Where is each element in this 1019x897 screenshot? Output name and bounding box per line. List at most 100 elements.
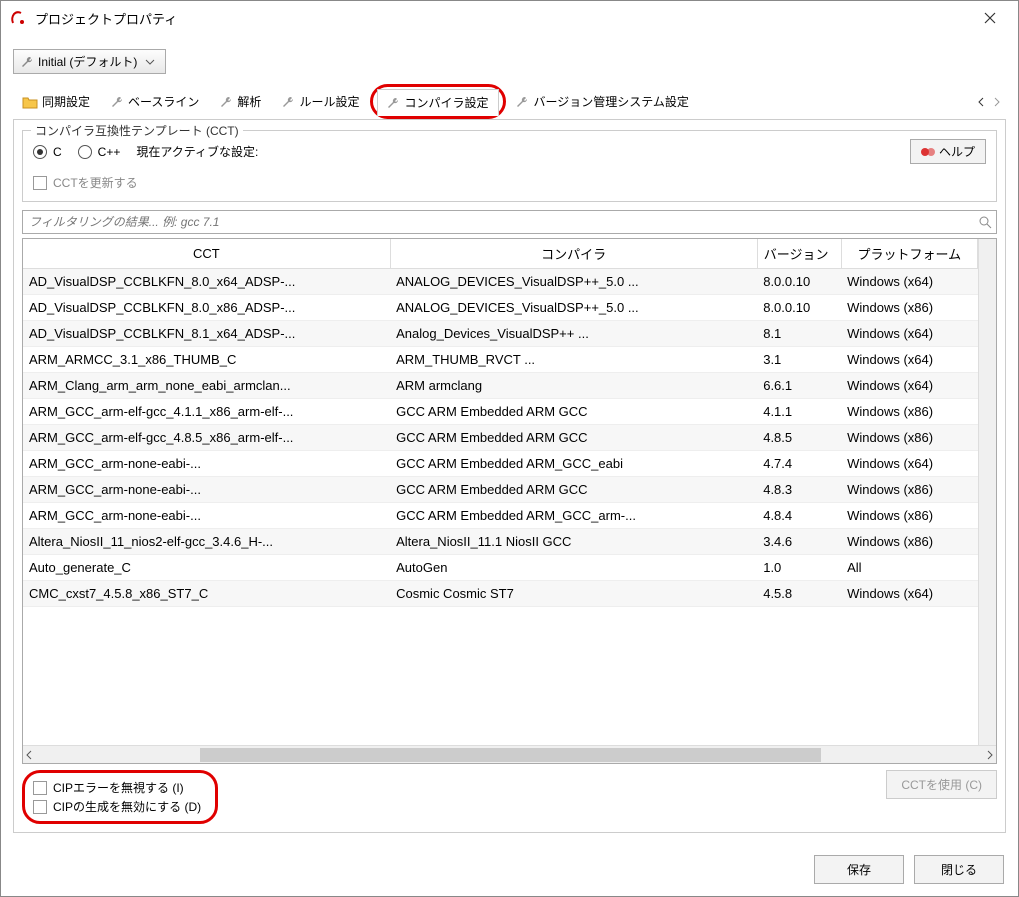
table-row[interactable]: ARM_ARMCC_3.1_x86_THUMB_CARM_THUMB_RVCT … [23,347,978,373]
cell-cct: AD_VisualDSP_CCBLKFN_8.0_x64_ADSP-... [23,269,390,295]
col-compiler[interactable]: コンパイラ [390,239,757,269]
table-row[interactable]: AD_VisualDSP_CCBLKFN_8.0_x86_ADSP-...ANA… [23,295,978,321]
tabs: 同期設定 ベースライン 解析 ルール設定 コンパイラ設定 [13,84,1006,120]
compiler-panel: コンパイラ互換性テンプレート (CCT) C C++ 現在アクティブな設定: ヘ… [13,120,1006,833]
cell-platform: Windows (x86) [841,477,977,503]
cell-cct: ARM_GCC_arm-none-eabi-... [23,451,390,477]
col-version[interactable]: バージョン [757,239,841,269]
close-button[interactable]: 閉じる [914,855,1004,884]
config-label: Initial (デフォルト) [38,53,137,70]
cell-compiler: AutoGen [390,555,757,581]
cell-compiler: GCC ARM Embedded ARM GCC [390,477,757,503]
cell-compiler: ANALOG_DEVICES_VisualDSP++_5.0 ... [390,269,757,295]
tab-compiler[interactable]: コンパイラ設定 [377,89,499,116]
cell-platform: Windows (x64) [841,269,977,295]
ignore-cip-checkbox[interactable] [33,781,47,795]
cell-version: 3.4.6 [757,529,841,555]
cell-compiler: GCC ARM Embedded ARM GCC [390,399,757,425]
cell-platform: Windows (x86) [841,503,977,529]
vertical-scrollbar[interactable] [978,239,996,745]
tab-sync[interactable]: 同期設定 [13,88,101,115]
table-row[interactable]: Auto_generate_CAutoGen1.0All [23,555,978,581]
cell-cct: AD_VisualDSP_CCBLKFN_8.1_x64_ADSP-... [23,321,390,347]
col-platform[interactable]: プラットフォーム [841,239,977,269]
cell-cct: ARM_GCC_arm-none-eabi-... [23,503,390,529]
tab-label: ベースライン [128,93,199,110]
cell-compiler: Cosmic Cosmic ST7 [390,581,757,607]
cell-version: 4.8.3 [757,477,841,503]
footer: 保存 閉じる [1,843,1018,896]
cell-platform: Windows (x64) [841,321,977,347]
cell-version: 4.5.8 [757,581,841,607]
window-title: プロジェクトプロパティ [35,9,970,28]
search-icon[interactable] [974,211,996,233]
cell-platform: Windows (x86) [841,425,977,451]
cell-version: 4.8.4 [757,503,841,529]
cell-platform: Windows (x86) [841,295,977,321]
cell-compiler: Analog_Devices_VisualDSP++ ... [390,321,757,347]
cell-cct: ARM_GCC_arm-none-eabi-... [23,477,390,503]
cell-compiler: GCC ARM Embedded ARM_GCC_eabi [390,451,757,477]
cell-version: 6.6.1 [757,373,841,399]
chevron-down-icon [145,59,155,65]
table-row[interactable]: Altera_NiosII_11_nios2-elf-gcc_3.4.6_H-.… [23,529,978,555]
table-row[interactable]: AD_VisualDSP_CCBLKFN_8.0_x64_ADSP-...ANA… [23,269,978,295]
table-row[interactable]: ARM_GCC_arm-none-eabi-...GCC ARM Embedde… [23,477,978,503]
cell-cct: ARM_Clang_arm_arm_none_eabi_armclan... [23,373,390,399]
cell-platform: Windows (x86) [841,529,977,555]
help-button[interactable]: ヘルプ [910,139,986,164]
close-button[interactable] [970,3,1010,33]
radio-c[interactable] [33,145,47,159]
config-dropdown[interactable]: Initial (デフォルト) [13,49,166,74]
update-cct-checkbox[interactable] [33,176,47,190]
horizontal-scrollbar[interactable] [23,745,996,763]
radio-cpp-label: C++ [98,145,121,159]
table-row[interactable]: ARM_Clang_arm_arm_none_eabi_armclan...AR… [23,373,978,399]
tab-rules[interactable]: ルール設定 [272,88,370,115]
cell-version: 4.8.5 [757,425,841,451]
scrollbar-thumb[interactable] [200,748,820,762]
scroll-right-icon[interactable] [990,95,1004,109]
update-cct-label: CCTを更新する [53,174,138,191]
tab-label: 同期設定 [42,93,90,110]
tab-vcs[interactable]: バージョン管理システム設定 [506,88,699,115]
scroll-left-icon[interactable] [974,95,988,109]
cell-cct: Altera_NiosII_11_nios2-elf-gcc_3.4.6_H-.… [23,529,390,555]
cell-cct: ARM_GCC_arm-elf-gcc_4.1.1_x86_arm-elf-..… [23,399,390,425]
wrench-icon [20,55,34,69]
filter-input[interactable] [23,211,974,233]
table-row[interactable]: AD_VisualDSP_CCBLKFN_8.1_x64_ADSP-...Ana… [23,321,978,347]
cct-groupbox: コンパイラ互換性テンプレート (CCT) C C++ 現在アクティブな設定: ヘ… [22,130,997,202]
cell-cct: CMC_cxst7_4.5.8_x86_ST7_C [23,581,390,607]
cell-version: 8.0.0.10 [757,269,841,295]
filter-row [22,210,997,234]
col-cct[interactable]: CCT [23,239,390,269]
titlebar: プロジェクトプロパティ [1,1,1018,35]
tab-baseline[interactable]: ベースライン [101,88,210,115]
table-row[interactable]: ARM_GCC_arm-none-eabi-...GCC ARM Embedde… [23,451,978,477]
tab-analysis[interactable]: 解析 [210,88,272,115]
update-cct-row: CCTを更新する [33,174,986,191]
radio-cpp[interactable] [78,145,92,159]
folder-icon [22,95,38,109]
table-row[interactable]: ARM_GCC_arm-elf-gcc_4.1.1_x86_arm-elf-..… [23,399,978,425]
table-row[interactable]: ARM_GCC_arm-none-eabi-...GCC ARM Embedde… [23,503,978,529]
table-row[interactable]: ARM_GCC_arm-elf-gcc_4.8.5_x86_arm-elf-..… [23,425,978,451]
table-row[interactable]: CMC_cxst7_4.5.8_x86_ST7_CCosmic Cosmic S… [23,581,978,607]
tab-label: 解析 [237,93,261,110]
wrench-icon [110,95,124,109]
tab-label: バージョン管理システム設定 [533,93,688,110]
cell-compiler: ANALOG_DEVICES_VisualDSP++_5.0 ... [390,295,757,321]
wrench-icon [515,95,529,109]
wrench-icon [281,95,295,109]
tab-scroll-arrows [972,95,1006,109]
cell-version: 8.1 [757,321,841,347]
tab-label: コンパイラ設定 [404,94,488,111]
cell-compiler: GCC ARM Embedded ARM GCC [390,425,757,451]
disable-cip-checkbox[interactable] [33,800,47,814]
app-icon [9,9,27,27]
help-icon [921,146,935,158]
save-button[interactable]: 保存 [814,855,904,884]
wrench-icon [219,95,233,109]
cell-cct: ARM_ARMCC_3.1_x86_THUMB_C [23,347,390,373]
